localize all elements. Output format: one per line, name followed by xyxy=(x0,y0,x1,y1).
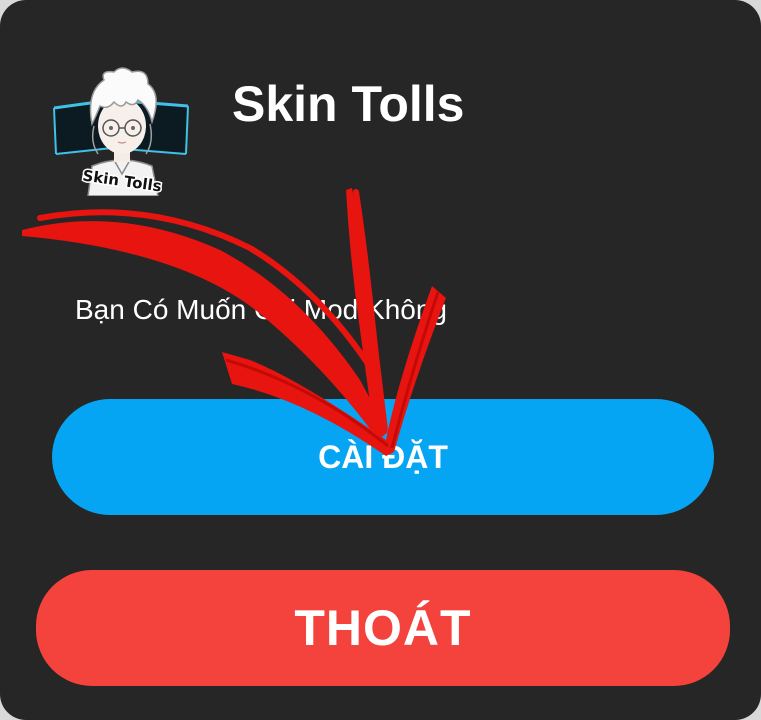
dialog-message: Bạn Có Muốn Cài Mod Không xyxy=(75,294,447,325)
install-dialog: Skin Tolls Skin Tolls Bạn Có Muốn Cài Mo… xyxy=(0,0,761,720)
exit-button[interactable]: THOÁT xyxy=(36,570,730,686)
anime-character-avatar-icon: Skin Tolls xyxy=(53,67,189,196)
install-button[interactable]: CÀI ĐẶT xyxy=(52,399,714,515)
dialog-title: Skin Tolls xyxy=(232,76,465,132)
app-icon: Skin Tolls xyxy=(52,62,190,196)
